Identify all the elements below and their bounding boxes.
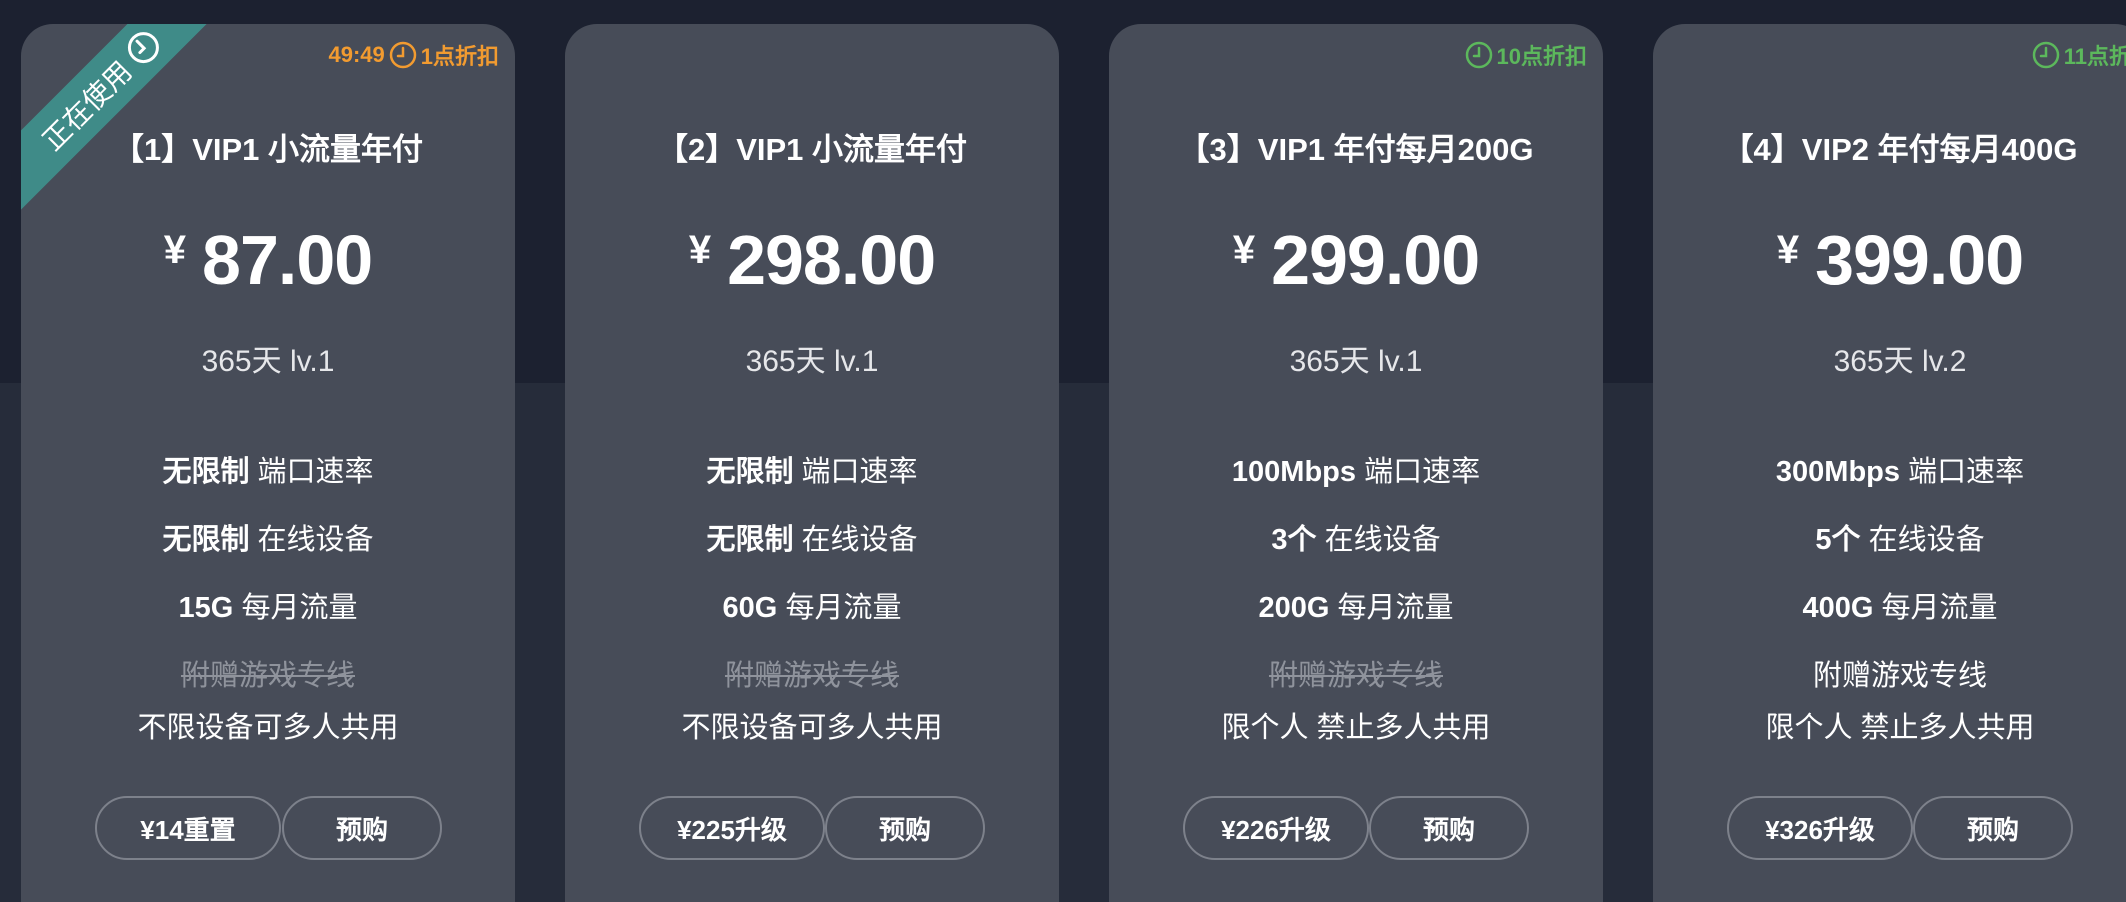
plan-price: ¥399.00 [1653,220,2126,300]
price-amount: 399.00 [1815,221,2024,299]
plan-title: 【2】VIP1 小流量年付 [656,132,968,167]
plan-price: ¥299.00 [1109,220,1603,300]
feature-value: 无限制 [706,456,794,488]
feature-online-devices: 5个 在线设备 [1653,516,2126,558]
feature-game-line-unavailable: 附赠游戏专线 [1268,660,1443,692]
feature-online-devices: 无限制 在线设备 [565,516,1059,558]
upgrade-button[interactable]: ¥326升级 [1727,796,1913,860]
feature-port-speed: 300Mbps 端口速率 [1653,448,2126,490]
plan-duration: 365天 lv.1 [201,345,335,378]
clock-icon [1465,41,1492,69]
reset-button[interactable]: ¥14重置 [95,796,281,860]
discount-label: 11点折扣 [2063,44,2126,69]
feature-label: 在线设备 [1324,524,1441,556]
upgrade-button[interactable]: ¥226升级 [1183,796,1369,860]
upgrade-button[interactable]: ¥225升级 [639,796,825,860]
feature-label: 在线设备 [257,524,374,556]
countdown-text: 49:49 [328,42,385,67]
feature-value: 无限制 [706,524,794,556]
feature-label: 每月流量 [785,592,902,624]
feature-sharing-note: 限个人 禁止多人共用 [1765,712,2035,744]
feature-monthly-traffic: 200G 每月流量 [1109,584,1603,626]
feature-value: 5个 [1815,524,1861,556]
clock-icon [127,32,159,64]
price-amount: 87.00 [202,221,373,299]
feature-game-line-unavailable: 附赠游戏专线 [180,660,355,692]
feature-monthly-traffic: 15G 每月流量 [21,584,515,626]
preorder-button[interactable]: 预购 [825,796,985,860]
plan-duration: 365天 lv.1 [745,345,879,378]
feature-port-speed: 无限制 端口速率 [565,448,1059,490]
feature-label: 端口速率 [257,456,374,488]
feature-label: 在线设备 [1868,524,1985,556]
feature-value: 400G [1802,592,1874,624]
feature-sharing-note: 不限设备可多人共用 [137,712,399,744]
plan-title: 【3】VIP1 年付每月200G [1178,132,1534,167]
plan-card-2: 【2】VIP1 小流量年付 ¥298.00 365天 lv.1 无限制 端口速率… [565,24,1059,902]
plan-card-4: 11点折扣 【4】VIP2 年付每月400G ¥399.00 365天 lv.2… [1653,24,2126,902]
feature-label: 端口速率 [801,456,918,488]
plan-price: ¥298.00 [565,220,1059,300]
plan-card-3: 10点折扣 【3】VIP1 年付每月200G ¥299.00 365天 lv.1… [1109,24,1603,902]
feature-label: 端口速率 [1364,456,1481,488]
currency-symbol: ¥ [688,228,712,272]
feature-value: 100Mbps [1231,456,1357,488]
clock-icon [389,41,416,69]
currency-symbol: ¥ [1776,228,1800,272]
discount-timer: 11点折扣 [2032,40,2126,70]
feature-label: 每月流量 [1881,592,1998,624]
feature-label: 每月流量 [241,592,358,624]
feature-value: 200G [1258,592,1330,624]
feature-monthly-traffic: 60G 每月流量 [565,584,1059,626]
discount-label: 1点折扣 [420,44,499,69]
plan-card-1: 正在使用 49:49 1点折扣 【1】VIP1 小流量年付 ¥87.00 365… [21,24,515,902]
feature-value: 300Mbps [1775,456,1901,488]
plan-duration: 365天 lv.1 [1289,345,1423,378]
plan-duration: 365天 lv.2 [1833,345,1967,378]
plan-list: 正在使用 49:49 1点折扣 【1】VIP1 小流量年付 ¥87.00 365… [0,0,2126,902]
feature-value: 3个 [1271,524,1317,556]
feature-value: 无限制 [162,524,250,556]
feature-port-speed: 无限制 端口速率 [21,448,515,490]
feature-online-devices: 3个 在线设备 [1109,516,1603,558]
feature-sharing-note: 限个人 禁止多人共用 [1221,712,1491,744]
discount-timer: 10点折扣 [1465,40,1587,70]
feature-label: 在线设备 [801,524,918,556]
preorder-button[interactable]: 预购 [1913,796,2073,860]
feature-value: 无限制 [162,456,250,488]
discount-timer: 49:49 1点折扣 [328,40,499,70]
plan-title: 【1】VIP1 小流量年付 [112,132,424,167]
feature-value: 15G [178,592,234,624]
preorder-button[interactable]: 预购 [1369,796,1529,860]
feature-game-line-unavailable: 附赠游戏专线 [724,660,899,692]
currency-symbol: ¥ [163,228,187,272]
currency-symbol: ¥ [1232,228,1256,272]
plan-title: 【4】VIP2 年付每月400G [1722,132,2078,167]
feature-sharing-note: 不限设备可多人共用 [681,712,943,744]
discount-label: 10点折扣 [1496,44,1587,69]
feature-value: 60G [722,592,778,624]
preorder-button[interactable]: 预购 [282,796,442,860]
feature-port-speed: 100Mbps 端口速率 [1109,448,1603,490]
feature-game-line: 附赠游戏专线 [1812,660,1987,692]
feature-online-devices: 无限制 在线设备 [21,516,515,558]
plan-price: ¥87.00 [21,220,515,300]
price-amount: 299.00 [1271,221,1480,299]
feature-monthly-traffic: 400G 每月流量 [1653,584,2126,626]
current-plan-ribbon: 正在使用 [21,24,227,216]
price-amount: 298.00 [727,221,936,299]
feature-label: 每月流量 [1337,592,1454,624]
feature-label: 端口速率 [1908,456,2025,488]
clock-icon [2032,41,2059,69]
